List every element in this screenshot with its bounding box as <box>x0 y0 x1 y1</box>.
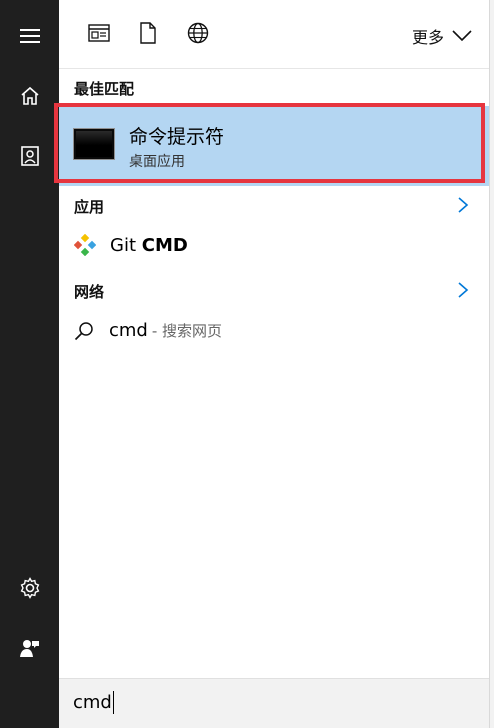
filter-toolbar: 更多 <box>59 0 490 69</box>
settings-button[interactable] <box>0 566 59 610</box>
web-expand-chevron-icon[interactable] <box>456 282 470 298</box>
home-icon <box>20 86 40 106</box>
left-rail <box>0 0 59 728</box>
feedback-button[interactable] <box>0 626 59 670</box>
web-result-query: cmd <box>109 320 148 341</box>
feedback-icon <box>19 637 41 659</box>
document-icon <box>20 146 39 166</box>
search-box[interactable]: cmd <box>59 678 490 728</box>
chevron-down-icon <box>444 27 472 46</box>
apps-filter-button[interactable] <box>86 22 112 48</box>
apps-heading: 应用 <box>74 198 105 216</box>
web-result-cmd[interactable]: cmd - 搜索网页 <box>74 320 222 341</box>
text-caret <box>113 691 114 714</box>
command-prompt-icon <box>73 128 115 160</box>
search-results-panel: 更多 最佳匹配 命令提示符 桌面应用 应用 Git CMD 网络 cmd - 搜… <box>54 0 490 728</box>
menu-button[interactable] <box>0 14 59 58</box>
documents-button[interactable] <box>0 134 59 178</box>
best-match-title: 命令提示符 <box>129 126 225 148</box>
app-name-prefix: Git <box>110 234 142 256</box>
app-name-match: CMD <box>141 234 188 256</box>
documents-filter-button[interactable] <box>135 22 161 48</box>
web-filter-icon <box>187 22 209 48</box>
git-icon <box>73 233 97 257</box>
apps-expand-chevron-icon[interactable] <box>456 197 470 213</box>
more-filters-dropdown[interactable]: 更多 <box>412 24 472 48</box>
app-result-git-cmd[interactable]: Git CMD <box>73 233 188 257</box>
highlight-frame <box>54 103 485 183</box>
apps-filter-icon <box>88 24 110 46</box>
web-heading: 网络 <box>74 283 105 301</box>
hamburger-icon <box>19 29 40 43</box>
search-input[interactable]: cmd <box>73 692 112 713</box>
start-search-window: 更多 最佳匹配 命令提示符 桌面应用 应用 Git CMD 网络 cmd - 搜… <box>0 0 494 728</box>
search-icon <box>74 321 94 341</box>
web-filter-button[interactable] <box>185 22 211 48</box>
app-result-label: Git CMD <box>110 235 188 256</box>
documents-filter-icon <box>139 22 157 48</box>
window-edge <box>489 0 494 728</box>
best-match-item[interactable]: 命令提示符 桌面应用 <box>54 103 490 186</box>
home-button[interactable] <box>0 74 59 118</box>
settings-icon <box>19 577 41 599</box>
web-result-hint: - 搜索网页 <box>151 322 223 340</box>
best-match-heading: 最佳匹配 <box>74 80 135 98</box>
best-match-subtitle: 桌面应用 <box>129 154 185 170</box>
more-label: 更多 <box>411 28 444 47</box>
